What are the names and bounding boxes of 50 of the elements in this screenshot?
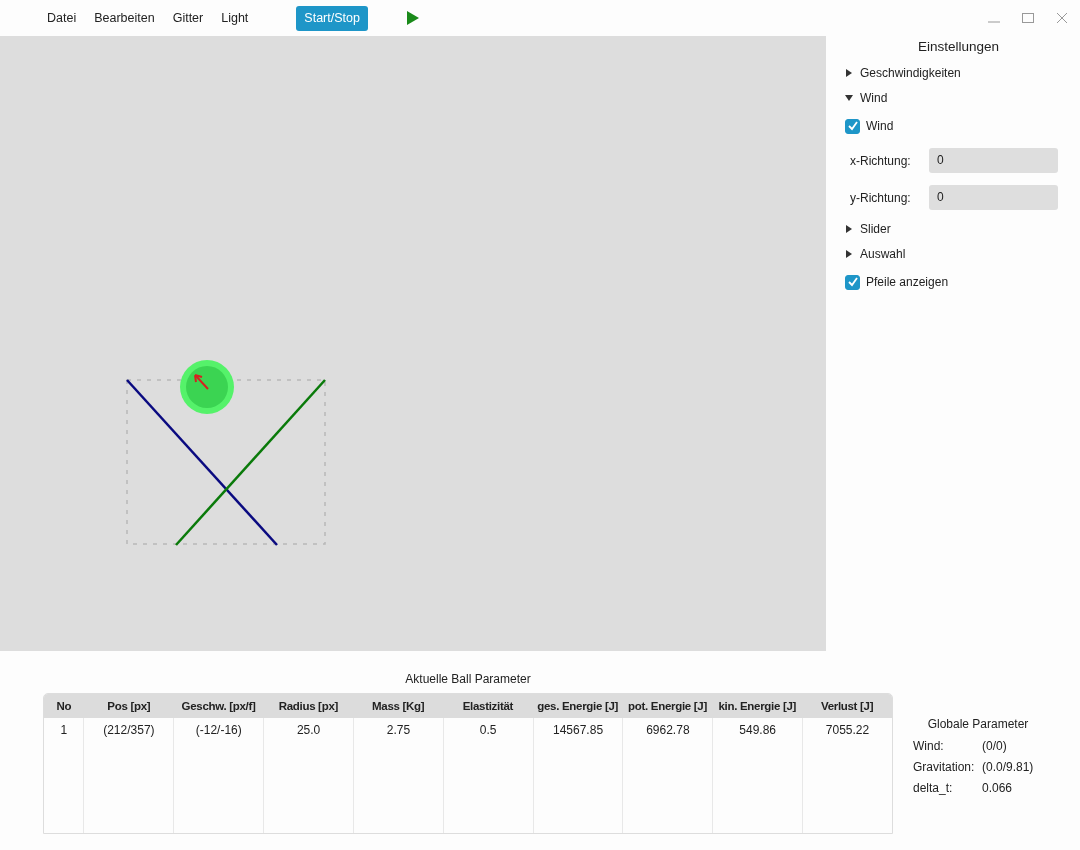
column-header[interactable]: Elastizität — [443, 694, 533, 718]
section-header[interactable]: Auswahl — [845, 241, 1058, 266]
param-label: Gravitation: — [913, 760, 976, 776]
column-header[interactable]: kin. Energie [J] — [712, 694, 803, 718]
maximize-icon[interactable] — [1022, 12, 1034, 24]
checkbox-label: Wind — [866, 119, 894, 133]
velocity-arrow — [194, 374, 209, 390]
column-header[interactable]: Pos [px] — [83, 694, 174, 718]
param-value: (0.0/9.81) — [982, 760, 1034, 776]
table-cell-text: (-12/-16) — [194, 722, 243, 739]
table-cell-text: 7055.22 — [824, 722, 871, 739]
column-header[interactable]: Verlust [J] — [802, 694, 892, 718]
globals-title: Globale Parameter — [926, 717, 1030, 731]
param-value: (0/0) — [982, 739, 1007, 755]
table-cell-text: 1 — [59, 722, 69, 739]
menu-item[interactable]: Light — [221, 11, 249, 25]
field-label: x-Richtung: — [849, 153, 912, 168]
column-header[interactable]: pot. Energie [J] — [622, 694, 713, 718]
menu-item[interactable]: Gitter — [172, 11, 204, 25]
column-header[interactable]: Mass [Kg] — [353, 694, 444, 718]
table-cell-text: 25.0 — [295, 722, 322, 739]
param-label: delta_t: — [913, 781, 954, 797]
panel-title: Einstellungen — [916, 39, 1001, 54]
input-field[interactable]: 0 — [929, 148, 1058, 173]
checkbox[interactable] — [845, 274, 860, 290]
column-header[interactable]: Geschw. [px/f] — [173, 694, 264, 718]
field-label: y-Richtung: — [849, 190, 912, 205]
checkbox-label: Pfeile anzeigen — [866, 275, 949, 289]
section-header[interactable]: Wind — [845, 85, 1058, 110]
play-icon[interactable] — [405, 11, 420, 25]
table-cell-text: 0.5 — [478, 722, 498, 739]
menu-item[interactable]: Bearbeiten — [94, 11, 155, 25]
param-label: Wind: — [913, 739, 945, 755]
table-cell-text: 6962.78 — [645, 722, 691, 739]
close-icon[interactable] — [1056, 12, 1068, 24]
checkbox[interactable] — [845, 118, 860, 134]
param-value: 0.066 — [982, 781, 1013, 797]
section-header[interactable]: Geschwindigkeiten — [845, 60, 1058, 85]
table-cell-text: 2.75 — [385, 722, 412, 739]
table-cell-text: 14567.85 — [552, 722, 605, 739]
column-header[interactable]: ges. Energie [J] — [532, 694, 623, 718]
menu-item[interactable]: Datei — [47, 11, 77, 25]
input-field[interactable]: 0 — [929, 185, 1058, 210]
column-header[interactable]: Radius [px] — [263, 694, 354, 718]
ball-drawing — [180, 360, 234, 414]
table-title: Aktuelle Ball Parameter — [404, 672, 532, 688]
table-cell-text: (212/357) — [102, 722, 156, 739]
section-header[interactable]: Slider — [845, 216, 1058, 241]
table-cell-text: 549.86 — [738, 722, 778, 739]
column-header[interactable]: No — [44, 694, 84, 718]
